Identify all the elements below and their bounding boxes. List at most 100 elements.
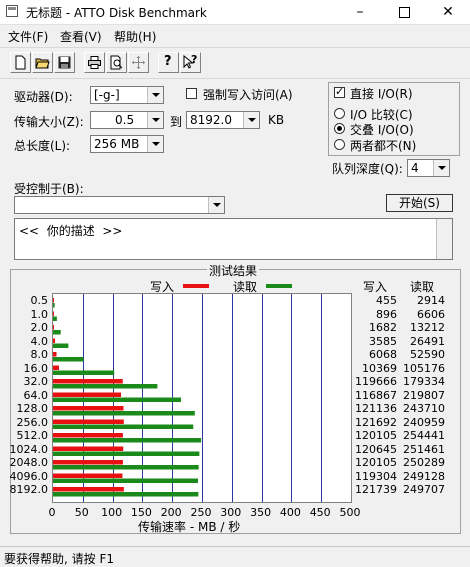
chevron-down-icon: [243, 112, 259, 128]
write-value: 121136: [355, 402, 397, 415]
description-scrollbar[interactable]: [436, 219, 452, 259]
x-axis-label: 传输速率 - MB / 秒: [138, 520, 241, 534]
toolbar: ? ?: [0, 47, 470, 79]
size-label: 512.0: [16, 429, 49, 442]
queue-depth-value: 4: [411, 161, 419, 175]
x-tick-label: 500: [339, 506, 361, 519]
size-label: 1024.0: [9, 442, 49, 456]
write-bar: [53, 487, 124, 492]
legend-read-swatch: [266, 284, 292, 288]
read-value: 254441: [403, 429, 445, 442]
write-value: 121739: [355, 483, 397, 496]
transfer-to-select[interactable]: 8192.0: [186, 111, 260, 129]
read-bar: [53, 478, 199, 483]
chevron-down-icon: [147, 87, 163, 103]
write-value: 120105: [355, 429, 397, 442]
minimize-button[interactable]: –: [338, 0, 382, 24]
force-write-checkbox[interactable]: [186, 88, 197, 99]
move-button[interactable]: [128, 52, 149, 73]
total-length-select[interactable]: 256 MB: [90, 135, 164, 153]
write-bar: [53, 352, 57, 357]
printer-icon: [88, 56, 101, 69]
print-preview-icon: [110, 55, 123, 70]
write-bar: [53, 325, 54, 330]
direct-io-checkbox[interactable]: [334, 85, 345, 98]
write-value: 3585: [369, 334, 397, 348]
maximize-button[interactable]: [382, 0, 426, 24]
app-icon: [6, 5, 18, 17]
neither-label: 两者都不(N): [350, 139, 417, 153]
new-button[interactable]: [10, 52, 31, 73]
start-button[interactable]: 开始(S): [386, 194, 453, 212]
controlled-by-label: 受控制于(B):: [14, 182, 84, 196]
close-button[interactable]: ✕: [426, 0, 470, 24]
write-value: 896: [376, 307, 397, 321]
overlapped-io-label: 交叠 I/O(O): [350, 123, 414, 137]
kb-unit-label: KB: [268, 113, 285, 127]
write-bar: [53, 473, 123, 478]
transfer-from-select[interactable]: 0.5: [90, 111, 164, 129]
read-value: 6606: [417, 307, 445, 321]
menu-help[interactable]: 帮助(H): [114, 28, 156, 45]
move-arrows-icon: [132, 56, 145, 69]
write-value: 119666: [355, 375, 397, 388]
read-value: 240959: [403, 415, 445, 429]
x-tick-label: 350: [250, 506, 272, 519]
print-preview-button[interactable]: [106, 52, 127, 73]
save-button[interactable]: [54, 52, 75, 73]
menu-file[interactable]: 文件(F): [8, 28, 48, 45]
open-button[interactable]: [32, 52, 53, 73]
whats-this-glyph: ?: [191, 53, 198, 66]
read-bar: [53, 424, 194, 429]
x-tick-label: 100: [101, 506, 123, 519]
bar-chart: [53, 294, 322, 502]
write-value: 116867: [355, 388, 397, 402]
drive-select[interactable]: [-g-]: [90, 86, 164, 104]
io-compare-radio[interactable]: [334, 108, 345, 119]
menu-view[interactable]: 查看(V): [60, 28, 102, 45]
controlled-by-select[interactable]: [14, 196, 225, 214]
help-icon: ?: [164, 54, 172, 69]
write-value: 119304: [355, 469, 397, 483]
x-tick-label: 400: [279, 506, 301, 519]
chevron-down-icon: [147, 112, 163, 128]
description-textarea[interactable]: << 你的描述 >>: [14, 218, 453, 260]
window-title: 无标题 - ATTO Disk Benchmark: [26, 6, 207, 20]
write-bar: [53, 406, 124, 411]
print-button[interactable]: [84, 52, 105, 73]
read-value: 2914: [417, 294, 445, 307]
read-bar: [53, 303, 55, 308]
queue-depth-select[interactable]: 4: [407, 159, 450, 177]
description-text: << 你的描述 >>: [19, 224, 123, 238]
read-bar: [53, 343, 69, 348]
title-bar: 无标题 - ATTO Disk Benchmark – ✕: [0, 0, 470, 25]
size-label: 2048.0: [9, 456, 49, 469]
write-bar: [53, 338, 56, 343]
to-label: 到: [170, 115, 183, 129]
write-bar: [53, 365, 60, 370]
read-bar: [53, 465, 199, 470]
read-value: 52590: [410, 348, 445, 361]
write-bar: [53, 446, 124, 451]
neither-radio[interactable]: [334, 139, 345, 150]
transfer-from-value: 0.5: [115, 113, 135, 127]
read-bar: [53, 411, 195, 416]
legend-write-swatch: [183, 284, 209, 288]
read-value: 13212: [410, 321, 445, 334]
read-value: 26491: [410, 334, 445, 348]
write-value: 6068: [369, 348, 397, 361]
whats-this-button[interactable]: ?: [180, 52, 201, 73]
direct-io-label: 直接 I/O(R): [350, 87, 413, 101]
read-bar: [53, 357, 84, 362]
overlapped-io-radio[interactable]: [334, 123, 345, 134]
write-bar: [53, 419, 124, 424]
write-bar: [53, 298, 54, 303]
write-value: 121692: [355, 415, 397, 429]
queue-depth-label: 队列深度(Q):: [332, 162, 403, 176]
write-value: 120105: [355, 456, 397, 469]
help-button[interactable]: ?: [158, 52, 179, 73]
write-bar: [53, 379, 123, 384]
size-label: 16.0: [23, 361, 49, 375]
read-value: 249128: [403, 469, 445, 483]
size-label: 128.0: [16, 402, 49, 415]
